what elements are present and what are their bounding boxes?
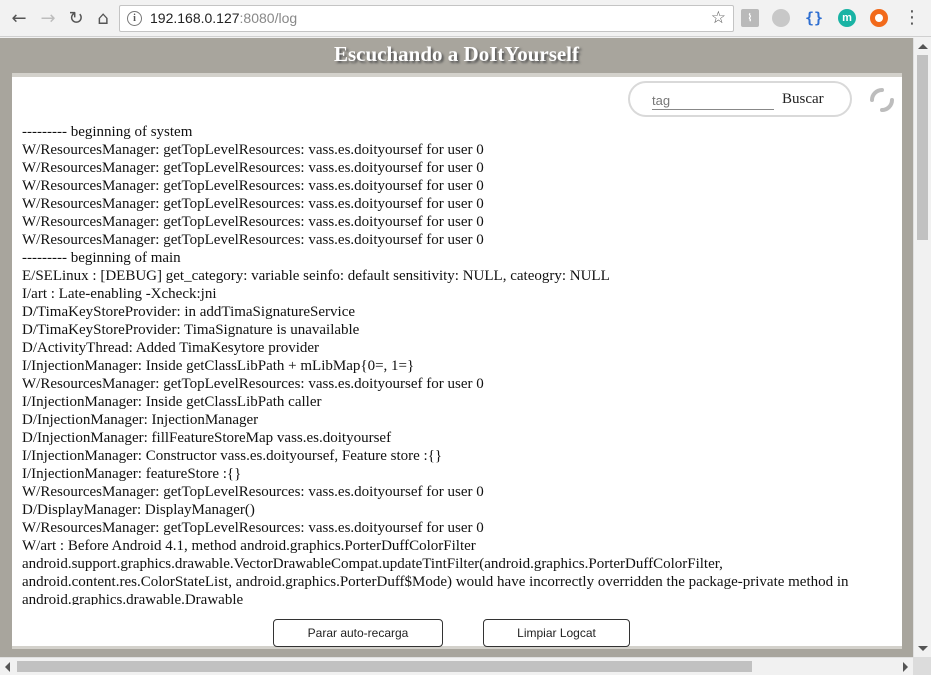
vertical-scrollbar[interactable]: [913, 38, 931, 657]
browser-toolbar: ← → ↻ ⌂ i 192.168.0.127:8080/log ☆ ⌇ {} …: [0, 0, 931, 37]
pdf-icon[interactable]: ⌇: [741, 9, 759, 27]
globe-icon[interactable]: [772, 9, 790, 27]
scroll-down-icon[interactable]: [918, 646, 928, 651]
url-path: :8080/log: [239, 10, 298, 26]
clear-logcat-button[interactable]: Limpiar Logcat: [483, 619, 630, 647]
bookmark-star-icon[interactable]: ☆: [711, 8, 726, 28]
info-icon[interactable]: i: [127, 11, 142, 26]
log-line: I/art : Late-enabling -Xcheck:jni: [22, 286, 217, 302]
page-title: Escuchando a DoItYourself: [333, 42, 580, 66]
log-line: --------- beginning of system: [22, 124, 193, 140]
horizontal-scroll-thumb[interactable]: [17, 661, 752, 672]
m-extension-icon[interactable]: m: [838, 9, 856, 27]
back-arrow-icon[interactable]: ←: [8, 7, 30, 29]
tag-input[interactable]: [652, 92, 774, 110]
log-line: D/TimaKeyStoreProvider: in addTimaSignat…: [22, 304, 356, 320]
scrollbar-corner: [913, 657, 931, 675]
log-line: I/InjectionManager: Inside getClassLibPa…: [22, 394, 322, 410]
scroll-right-icon[interactable]: [903, 662, 908, 672]
loading-spinner-icon: [870, 88, 894, 112]
url-host: 192.168.0.127: [150, 10, 240, 26]
scroll-left-icon[interactable]: [5, 662, 10, 672]
log-line: W/ResourcesManager: getTopLevelResources…: [22, 214, 484, 230]
log-line: W/ResourcesManager: getTopLevelResources…: [22, 232, 484, 248]
forward-arrow-icon[interactable]: →: [37, 7, 59, 29]
search-form: Buscar: [628, 81, 852, 117]
vertical-scroll-thumb[interactable]: [917, 55, 928, 240]
kebab-menu-icon[interactable]: ⋮: [903, 7, 921, 29]
log-line: E/SELinux : [DEBUG] get_category: variab…: [22, 268, 610, 284]
log-line: D/InjectionManager: fillFeatureStoreMap …: [22, 430, 392, 446]
log-line: I/InjectionManager: featureStore :{}: [22, 466, 242, 482]
log-line: D/ActivityThread: Added TimaKesytore pro…: [22, 340, 320, 356]
search-button[interactable]: Buscar: [782, 91, 824, 108]
log-panel: Buscar --------- beginning of system W/Re…: [12, 73, 902, 649]
horizontal-scrollbar[interactable]: [0, 657, 913, 675]
url-text[interactable]: 192.168.0.127:8080/log: [150, 10, 297, 26]
log-line: I/InjectionManager: Constructor vass.es.…: [22, 448, 443, 464]
log-line: W/art : Before Android 4.1, method andro…: [22, 538, 849, 605]
log-line: W/ResourcesManager: getTopLevelResources…: [22, 160, 484, 176]
brackets-icon[interactable]: {}: [805, 9, 823, 27]
stop-auto-reload-button[interactable]: Parar auto-recarga: [273, 619, 443, 647]
log-line: W/ResourcesManager: getTopLevelResources…: [22, 196, 484, 212]
log-output: --------- beginning of system W/Resources…: [22, 123, 897, 605]
scroll-up-icon[interactable]: [918, 44, 928, 49]
address-bar[interactable]: i 192.168.0.127:8080/log ☆: [119, 5, 734, 32]
log-line: W/ResourcesManager: getTopLevelResources…: [22, 484, 484, 500]
lifebuoy-icon[interactable]: [870, 9, 888, 27]
log-line: W/ResourcesManager: getTopLevelResources…: [22, 178, 484, 194]
log-line: D/InjectionManager: InjectionManager: [22, 412, 259, 428]
log-line: I/InjectionManager: Inside getClassLibPa…: [22, 358, 415, 374]
log-line: --------- beginning of main: [22, 250, 181, 266]
log-line: W/ResourcesManager: getTopLevelResources…: [22, 520, 484, 536]
log-line: W/ResourcesManager: getTopLevelResources…: [22, 376, 484, 392]
page-body: Escuchando a DoItYourself Buscar -------…: [0, 38, 913, 657]
log-line: W/ResourcesManager: getTopLevelResources…: [22, 142, 484, 158]
reload-icon[interactable]: ↻: [65, 7, 87, 29]
log-line: D/TimaKeyStoreProvider: TimaSignature is…: [22, 322, 360, 338]
log-line: D/DisplayManager: DisplayManager(): [22, 502, 255, 518]
home-icon[interactable]: ⌂: [92, 7, 114, 29]
